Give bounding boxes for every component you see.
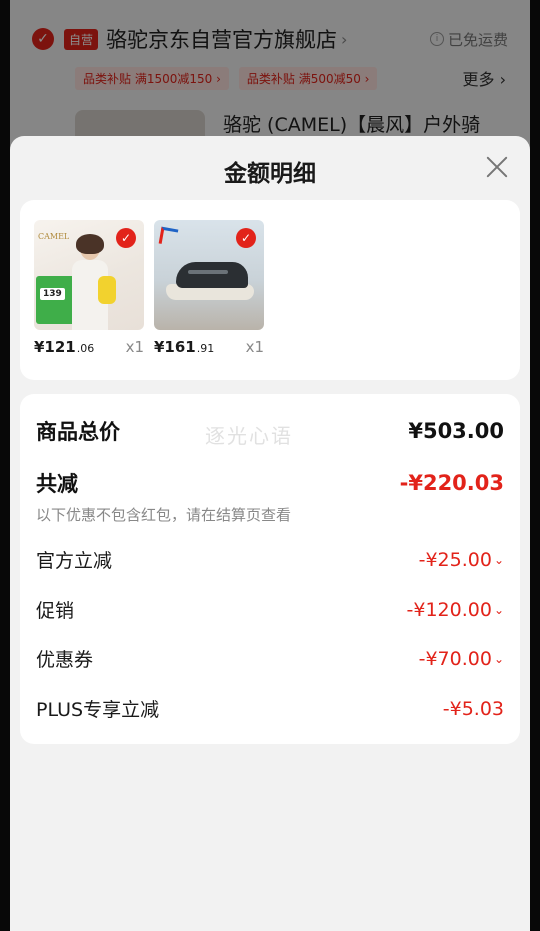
coupon-label: 优惠券 <box>36 649 94 671</box>
total-price-value: ¥503.00 <box>408 419 504 443</box>
product-quantity: x1 <box>245 338 264 356</box>
coupon-value: -¥70.00 ⌄ <box>419 648 504 670</box>
product-image: CAMEL 139 ✓ <box>34 220 144 330</box>
official-discount-amount: -¥25.00 <box>418 548 492 571</box>
product-price: ¥161 .91 x1 <box>154 338 264 356</box>
selected-check-icon: ✓ <box>116 228 136 248</box>
price-decimal: .06 <box>76 342 95 355</box>
plus-discount-row: PLUS专享立减 -¥5.03 <box>36 695 504 722</box>
shoe-graphic <box>166 260 256 300</box>
model-figure <box>68 234 116 330</box>
chevron-down-icon[interactable]: ⌄ <box>494 603 504 617</box>
total-price-row: 商品总价 ¥503.00 <box>36 416 504 446</box>
official-discount-label: 官方立减 <box>36 550 113 572</box>
amount-details-sheet: 金额明细 CAMEL 139 ✓ ¥121 .06 x1 ✓ ¥161 .91 … <box>10 136 530 931</box>
promotion-label: 促销 <box>36 600 75 622</box>
coupon-row[interactable]: 优惠券 -¥70.00 ⌄ <box>36 645 504 672</box>
product-card: CAMEL 139 ✓ ¥121 .06 x1 ✓ ¥161 .91 x1 <box>20 200 520 380</box>
official-discount-value: -¥25.00 ⌄ <box>419 549 504 571</box>
promotion-value: -¥120.00 ⌄ <box>407 599 505 621</box>
product-quantity: x1 <box>125 338 144 356</box>
close-icon[interactable] <box>486 156 508 178</box>
plus-discount-value: -¥5.03 <box>442 697 504 720</box>
promotion-row[interactable]: 促销 -¥120.00 ⌄ <box>36 596 504 623</box>
price-integer: ¥121 <box>34 338 76 356</box>
price-chip: 139 <box>40 288 65 300</box>
price-integer: ¥161 <box>154 338 196 356</box>
total-price-label: 商品总价 <box>36 420 120 444</box>
product-image: ✓ <box>154 220 264 330</box>
product-item[interactable]: ✓ ¥161 .91 x1 <box>154 220 264 356</box>
selected-check-icon: ✓ <box>236 228 256 248</box>
plus-discount-label: PLUS专享立减 <box>36 699 160 721</box>
brand-logo: CAMEL <box>38 232 70 241</box>
price-decimal: .91 <box>196 342 215 355</box>
brand-logo-icon <box>158 226 179 247</box>
total-reduction-value: -¥220.03 <box>399 471 504 495</box>
coupon-amount: -¥70.00 <box>418 647 492 670</box>
chevron-down-icon[interactable]: ⌄ <box>494 652 504 666</box>
discount-note: 以下优惠不包含红包，请在结算页查看 <box>36 506 292 524</box>
total-reduction-row: 共减 -¥220.03 <box>36 468 504 498</box>
total-reduction-label: 共减 <box>36 472 78 496</box>
product-price: ¥121 .06 x1 <box>34 338 144 356</box>
product-item[interactable]: CAMEL 139 ✓ ¥121 .06 x1 <box>34 220 144 356</box>
official-discount-row[interactable]: 官方立减 -¥25.00 ⌄ <box>36 546 504 573</box>
promotion-amount: -¥120.00 <box>406 598 492 621</box>
price-detail-card: 逐光心语 商品总价 ¥503.00 共减 -¥220.03 以下优惠不包含红包，… <box>20 394 520 744</box>
sheet-title: 金额明细 <box>224 161 316 187</box>
chevron-down-icon[interactable]: ⌄ <box>494 553 504 567</box>
